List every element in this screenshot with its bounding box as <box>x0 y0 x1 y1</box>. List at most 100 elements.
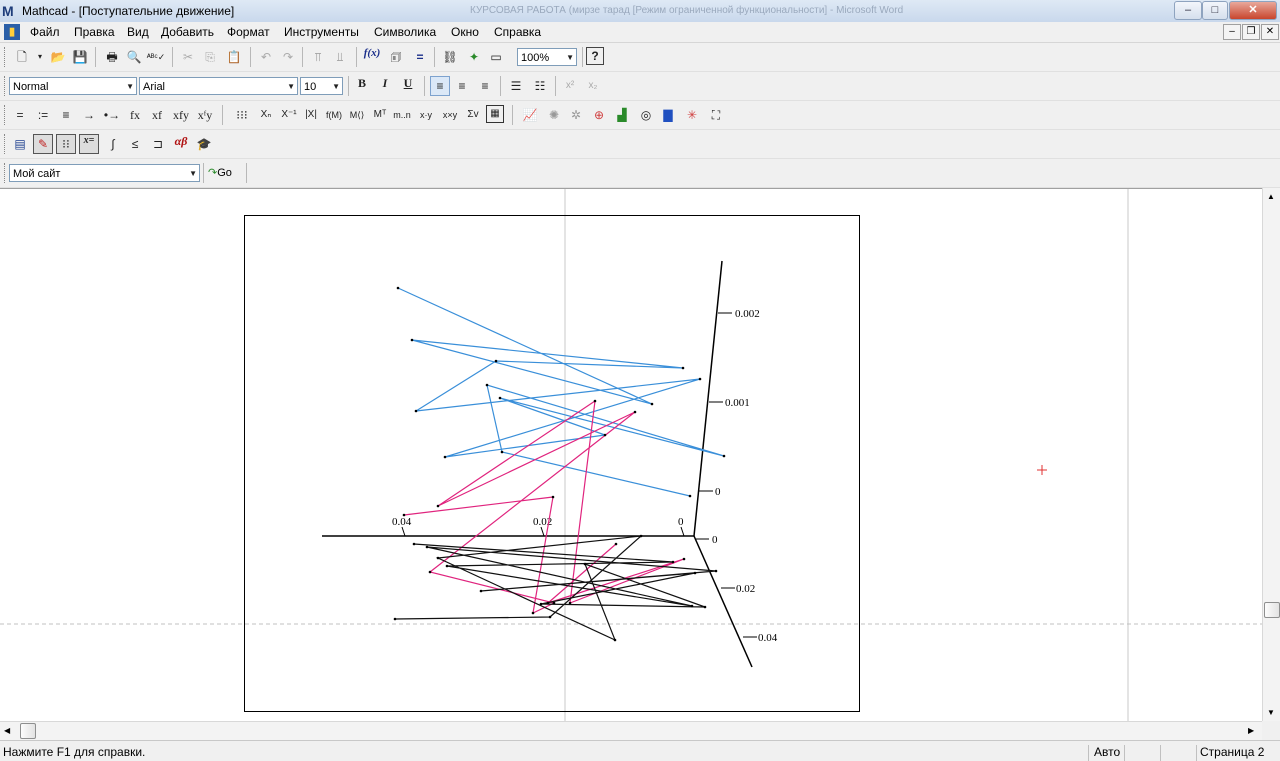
open-icon[interactable]: 📂 <box>48 47 68 67</box>
toolbar-grip[interactable] <box>4 76 8 96</box>
help-icon[interactable]: ? <box>586 47 604 65</box>
symbolic-eval-button[interactable]: → <box>79 105 99 125</box>
toolbar-grip[interactable] <box>4 105 8 125</box>
plot-wizard-icon[interactable]: ⛶ <box>706 105 726 125</box>
style-select[interactable]: Normal ▼ <box>9 77 137 95</box>
numbered-list-icon[interactable]: ☷ <box>530 76 550 96</box>
3d-bar-plot-icon[interactable]: ▟ <box>612 105 632 125</box>
align-top-icon[interactable]: ⫪ <box>308 47 328 67</box>
programming-palette-icon[interactable]: ⊐ <box>148 134 168 154</box>
mathcad-app-icon[interactable]: M <box>2 3 18 19</box>
menu-edit[interactable]: Правка <box>74 25 115 39</box>
insert-hyperlink-icon[interactable]: ⛓ <box>440 47 460 67</box>
evaluation-palette-icon[interactable]: x= <box>79 134 99 154</box>
subscript-button[interactable]: x₂ <box>583 76 603 96</box>
maximize-button[interactable]: □ <box>1202 1 1228 20</box>
range-variable-button[interactable]: m..n <box>392 105 412 125</box>
copy-icon[interactable]: ⎘ <box>200 47 220 67</box>
bar-chart-icon[interactable]: ▇ <box>658 105 678 125</box>
underline-button[interactable]: U <box>398 76 418 96</box>
menu-symbolics[interactable]: Символика <box>374 25 436 39</box>
spellcheck-icon[interactable]: ᴬᴮᶜ✓ <box>146 47 166 67</box>
cross-product-button[interactable]: x×y <box>440 105 460 125</box>
toolbar-grip[interactable] <box>4 163 8 183</box>
global-definition-button[interactable]: ≡ <box>56 105 76 125</box>
align-right-icon[interactable]: ≡ <box>475 76 495 96</box>
font-size-select[interactable]: 10 ▼ <box>300 77 343 95</box>
xy-plot-icon[interactable]: 📈 <box>520 105 540 125</box>
scroll-down-icon[interactable]: ▼ <box>1267 708 1275 717</box>
doc-minimize-button[interactable]: – <box>1223 24 1241 40</box>
polar-plot-icon[interactable]: ✺ <box>544 105 564 125</box>
cut-icon[interactable]: ✂ <box>178 47 198 67</box>
contour-plot-icon[interactable]: ⊕ <box>589 105 609 125</box>
vector-field-icon[interactable]: ✳ <box>682 105 702 125</box>
vertical-scroll-thumb[interactable] <box>1264 602 1280 618</box>
treetype-operator-button[interactable]: xᶠy <box>194 105 216 125</box>
go-button[interactable]: ↷Go <box>208 166 232 179</box>
scroll-up-icon[interactable]: ▲ <box>1267 192 1275 201</box>
zoom-select[interactable]: 100% ▼ <box>517 48 577 66</box>
calculate-icon[interactable]: = <box>410 47 430 67</box>
paste-icon[interactable]: 📋 <box>224 47 244 67</box>
redo-icon[interactable]: ↷ <box>278 47 298 67</box>
doc-close-button[interactable]: ✕ <box>1261 24 1279 40</box>
matrix-palette-icon[interactable]: ⁝⁝ <box>56 134 76 154</box>
close-button[interactable]: ✕ <box>1229 1 1277 20</box>
document-icon[interactable]: ▮ <box>4 24 20 40</box>
evaluate-button[interactable]: = <box>10 105 30 125</box>
matrix-icon[interactable]: ⁝⁝⁝ <box>232 105 252 125</box>
font-select[interactable]: Arial ▼ <box>139 77 298 95</box>
menu-format[interactable]: Формат <box>227 25 270 39</box>
undo-icon[interactable]: ↶ <box>256 47 276 67</box>
italic-button[interactable]: I <box>375 76 395 96</box>
graph-palette-icon[interactable]: ✎ <box>33 134 53 154</box>
align-center-icon[interactable]: ≡ <box>452 76 472 96</box>
toolbar-grip[interactable] <box>4 134 8 154</box>
worksheet[interactable]: 0.002 0.001 0 0 0.02 0.04 0.04 0.02 0 <box>0 188 1262 722</box>
align-down-icon[interactable]: ⫫ <box>330 47 350 67</box>
transpose-button[interactable]: Mᵀ <box>370 105 390 125</box>
bold-button[interactable]: B <box>352 76 372 96</box>
minimize-button[interactable]: – <box>1174 1 1202 20</box>
calculus-palette-icon[interactable]: ∫ <box>103 134 123 154</box>
surface-plot-icon[interactable]: ✲ <box>566 105 586 125</box>
keyword-eval-button[interactable]: •→ <box>102 105 122 125</box>
bullet-list-icon[interactable]: ☰ <box>506 76 526 96</box>
new-dropdown-icon[interactable]: ▾ <box>30 47 50 67</box>
calculator-palette-icon[interactable]: ▤ <box>10 134 30 154</box>
menu-insert[interactable]: Добавить <box>161 25 214 39</box>
superscript-button[interactable]: x² <box>560 76 580 96</box>
infix-operator-button[interactable]: xfy <box>170 105 192 125</box>
inverse-button[interactable]: X⁻¹ <box>279 105 299 125</box>
column-button[interactable]: M⟨⟩ <box>347 105 367 125</box>
insert-unit-icon[interactable]: 🗊 <box>386 47 406 67</box>
toolbar-grip[interactable] <box>4 47 8 67</box>
doc-restore-button[interactable]: ❐ <box>1242 24 1260 40</box>
print-preview-icon[interactable]: 🔍 <box>124 47 144 67</box>
menu-help[interactable]: Справка <box>494 25 541 39</box>
picture-icon[interactable]: ▦ <box>486 105 504 123</box>
boolean-palette-icon[interactable]: ≤ <box>125 134 145 154</box>
menu-window[interactable]: Окно <box>451 25 479 39</box>
menu-file[interactable]: Файл <box>30 25 60 39</box>
site-select[interactable]: Мой сайт ▼ <box>9 164 200 182</box>
vertical-scrollbar[interactable]: ▲ ▼ <box>1262 188 1280 721</box>
menu-view[interactable]: Вид <box>127 25 149 39</box>
dot-product-button[interactable]: x·y <box>416 105 436 125</box>
greek-palette-button[interactable]: αβ <box>171 134 191 154</box>
save-icon[interactable]: 💾 <box>70 47 90 67</box>
prefix-operator-button[interactable]: fx <box>125 105 145 125</box>
postfix-operator-button[interactable]: xf <box>147 105 167 125</box>
print-icon[interactable]: 🖶 <box>102 47 122 67</box>
insert-function-button[interactable]: f(x) <box>362 47 382 67</box>
component-wizard-icon[interactable]: ✦ <box>464 47 484 67</box>
scroll-right-icon[interactable]: ▶ <box>1248 726 1254 735</box>
definition-button[interactable]: := <box>33 105 53 125</box>
resource-center-icon[interactable]: ▭ <box>486 47 506 67</box>
horizontal-scrollbar[interactable]: ◀ ▶ <box>0 721 1262 740</box>
new-icon[interactable]: 🗋 <box>12 47 32 67</box>
subscript-index-button[interactable]: Xₙ <box>256 105 276 125</box>
align-left-icon[interactable]: ≡ <box>430 76 450 96</box>
scroll-left-icon[interactable]: ◀ <box>4 726 10 735</box>
